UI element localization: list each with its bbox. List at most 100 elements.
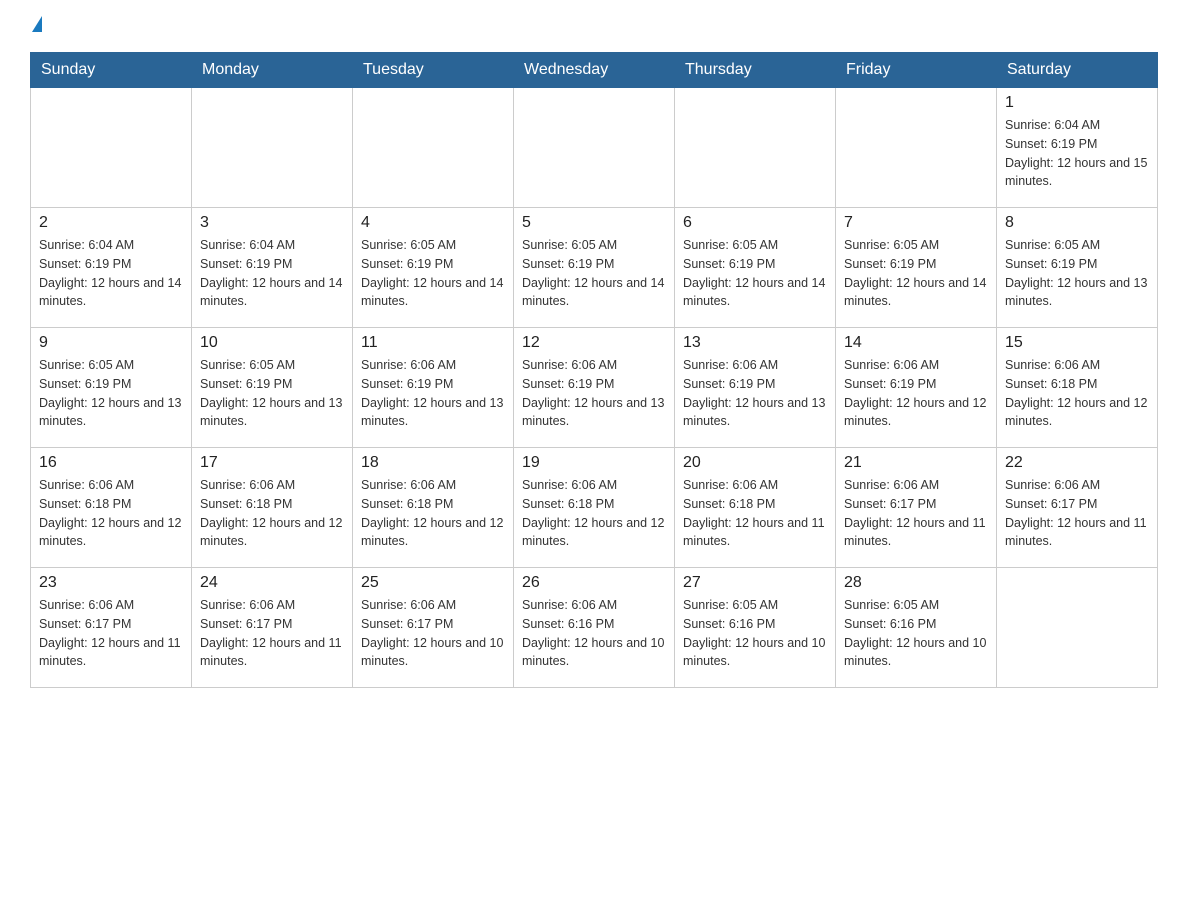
day-info: Sunrise: 6:06 AMSunset: 6:16 PMDaylight:… (522, 596, 666, 671)
calendar-cell (836, 88, 997, 208)
calendar-cell: 9 Sunrise: 6:05 AMSunset: 6:19 PMDaylight… (31, 328, 192, 448)
day-number: 19 (522, 454, 666, 472)
calendar-header-friday: Friday (836, 53, 997, 88)
calendar-cell: 23 Sunrise: 6:06 AMSunset: 6:17 PMDayligh… (31, 568, 192, 688)
day-info: Sunrise: 6:06 AMSunset: 6:18 PMDaylight:… (361, 476, 505, 551)
calendar-header-row: SundayMondayTuesdayWednesdayThursdayFrid… (31, 53, 1158, 88)
day-number: 23 (39, 574, 183, 592)
calendar-week-row: 9 Sunrise: 6:05 AMSunset: 6:19 PMDaylight… (31, 328, 1158, 448)
calendar-cell (997, 568, 1158, 688)
day-number: 13 (683, 334, 827, 352)
calendar-cell: 12 Sunrise: 6:06 AMSunset: 6:19 PMDayligh… (514, 328, 675, 448)
calendar-cell (675, 88, 836, 208)
calendar-cell: 8 Sunrise: 6:05 AMSunset: 6:19 PMDaylight… (997, 208, 1158, 328)
logo-triangle-icon (32, 16, 42, 32)
day-info: Sunrise: 6:06 AMSunset: 6:17 PMDaylight:… (361, 596, 505, 671)
day-info: Sunrise: 6:04 AMSunset: 6:19 PMDaylight:… (1005, 116, 1149, 191)
day-number: 4 (361, 214, 505, 232)
day-info: Sunrise: 6:05 AMSunset: 6:19 PMDaylight:… (683, 236, 827, 311)
calendar-cell: 19 Sunrise: 6:06 AMSunset: 6:18 PMDayligh… (514, 448, 675, 568)
calendar-cell: 13Sunrise: 6:06 AMSunset: 6:19 PMDayligh… (675, 328, 836, 448)
day-info: Sunrise: 6:04 AMSunset: 6:19 PMDaylight:… (200, 236, 344, 311)
day-number: 17 (200, 454, 344, 472)
day-number: 5 (522, 214, 666, 232)
day-number: 9 (39, 334, 183, 352)
calendar-cell: 26 Sunrise: 6:06 AMSunset: 6:16 PMDayligh… (514, 568, 675, 688)
calendar-cell: 27 Sunrise: 6:05 AMSunset: 6:16 PMDayligh… (675, 568, 836, 688)
calendar-cell (31, 88, 192, 208)
day-number: 10 (200, 334, 344, 352)
day-number: 22 (1005, 454, 1149, 472)
day-number: 6 (683, 214, 827, 232)
day-info: Sunrise: 6:06 AMSunset: 6:18 PMDaylight:… (200, 476, 344, 551)
day-info: Sunrise: 6:06 AMSunset: 6:18 PMDaylight:… (522, 476, 666, 551)
calendar-header-sunday: Sunday (31, 53, 192, 88)
day-number: 14 (844, 334, 988, 352)
day-number: 26 (522, 574, 666, 592)
day-number: 12 (522, 334, 666, 352)
day-info: Sunrise: 6:06 AMSunset: 6:17 PMDaylight:… (844, 476, 988, 551)
day-info: Sunrise: 6:06 AMSunset: 6:17 PMDaylight:… (1005, 476, 1149, 551)
day-number: 25 (361, 574, 505, 592)
day-number: 11 (361, 334, 505, 352)
calendar-cell: 28Sunrise: 6:05 AMSunset: 6:16 PMDayligh… (836, 568, 997, 688)
day-number: 7 (844, 214, 988, 232)
day-info: Sunrise: 6:04 AMSunset: 6:19 PMDaylight:… (39, 236, 183, 311)
calendar-week-row: 16 Sunrise: 6:06 AMSunset: 6:18 PMDayligh… (31, 448, 1158, 568)
day-info: Sunrise: 6:05 AMSunset: 6:19 PMDaylight:… (39, 356, 183, 431)
day-info: Sunrise: 6:06 AMSunset: 6:17 PMDaylight:… (39, 596, 183, 671)
calendar-cell: 20 Sunrise: 6:06 AMSunset: 6:18 PMDayligh… (675, 448, 836, 568)
calendar-cell: 18 Sunrise: 6:06 AMSunset: 6:18 PMDayligh… (353, 448, 514, 568)
calendar-cell: 24 Sunrise: 6:06 AMSunset: 6:17 PMDayligh… (192, 568, 353, 688)
calendar-cell (353, 88, 514, 208)
calendar-cell: 16 Sunrise: 6:06 AMSunset: 6:18 PMDayligh… (31, 448, 192, 568)
calendar-cell: 21Sunrise: 6:06 AMSunset: 6:17 PMDayligh… (836, 448, 997, 568)
day-info: Sunrise: 6:06 AMSunset: 6:19 PMDaylight:… (522, 356, 666, 431)
calendar-cell: 4 Sunrise: 6:05 AMSunset: 6:19 PMDaylight… (353, 208, 514, 328)
calendar-cell: 14 Sunrise: 6:06 AMSunset: 6:19 PMDayligh… (836, 328, 997, 448)
logo (30, 20, 42, 36)
calendar-cell: 10 Sunrise: 6:05 AMSunset: 6:19 PMDayligh… (192, 328, 353, 448)
calendar-cell (192, 88, 353, 208)
day-info: Sunrise: 6:05 AMSunset: 6:16 PMDaylight:… (683, 596, 827, 671)
day-number: 16 (39, 454, 183, 472)
calendar-header-saturday: Saturday (997, 53, 1158, 88)
day-number: 8 (1005, 214, 1149, 232)
day-number: 20 (683, 454, 827, 472)
day-info: Sunrise: 6:06 AMSunset: 6:18 PMDaylight:… (39, 476, 183, 551)
calendar-table: SundayMondayTuesdayWednesdayThursdayFrid… (30, 52, 1158, 688)
calendar-header-monday: Monday (192, 53, 353, 88)
day-info: Sunrise: 6:05 AMSunset: 6:19 PMDaylight:… (522, 236, 666, 311)
day-number: 3 (200, 214, 344, 232)
day-info: Sunrise: 6:05 AMSunset: 6:16 PMDaylight:… (844, 596, 988, 671)
day-info: Sunrise: 6:06 AMSunset: 6:18 PMDaylight:… (1005, 356, 1149, 431)
calendar-cell: 3 Sunrise: 6:04 AMSunset: 6:19 PMDaylight… (192, 208, 353, 328)
calendar-cell: 25 Sunrise: 6:06 AMSunset: 6:17 PMDayligh… (353, 568, 514, 688)
day-info: Sunrise: 6:06 AMSunset: 6:18 PMDaylight:… (683, 476, 827, 551)
calendar-header-tuesday: Tuesday (353, 53, 514, 88)
day-info: Sunrise: 6:05 AMSunset: 6:19 PMDaylight:… (844, 236, 988, 311)
day-info: Sunrise: 6:05 AMSunset: 6:19 PMDaylight:… (200, 356, 344, 431)
calendar-cell: 5 Sunrise: 6:05 AMSunset: 6:19 PMDaylight… (514, 208, 675, 328)
calendar-week-row: 2 Sunrise: 6:04 AMSunset: 6:19 PMDaylight… (31, 208, 1158, 328)
day-number: 18 (361, 454, 505, 472)
calendar-cell: 7 Sunrise: 6:05 AMSunset: 6:19 PMDaylight… (836, 208, 997, 328)
calendar-cell: 17 Sunrise: 6:06 AMSunset: 6:18 PMDayligh… (192, 448, 353, 568)
calendar-cell: 11Sunrise: 6:06 AMSunset: 6:19 PMDayligh… (353, 328, 514, 448)
calendar-cell: 6 Sunrise: 6:05 AMSunset: 6:19 PMDaylight… (675, 208, 836, 328)
calendar-header-thursday: Thursday (675, 53, 836, 88)
day-number: 15 (1005, 334, 1149, 352)
calendar-week-row: 23 Sunrise: 6:06 AMSunset: 6:17 PMDayligh… (31, 568, 1158, 688)
day-info: Sunrise: 6:05 AMSunset: 6:19 PMDaylight:… (361, 236, 505, 311)
day-info: Sunrise: 6:05 AMSunset: 6:19 PMDaylight:… (1005, 236, 1149, 311)
calendar-cell: 1 Sunrise: 6:04 AMSunset: 6:19 PMDaylight… (997, 88, 1158, 208)
day-number: 24 (200, 574, 344, 592)
calendar-header-wednesday: Wednesday (514, 53, 675, 88)
day-number: 1 (1005, 94, 1149, 112)
day-info: Sunrise: 6:06 AMSunset: 6:19 PMDaylight:… (844, 356, 988, 431)
day-number: 2 (39, 214, 183, 232)
calendar-week-row: 1 Sunrise: 6:04 AMSunset: 6:19 PMDaylight… (31, 88, 1158, 208)
day-number: 27 (683, 574, 827, 592)
calendar-cell: 2 Sunrise: 6:04 AMSunset: 6:19 PMDaylight… (31, 208, 192, 328)
day-info: Sunrise: 6:06 AMSunset: 6:17 PMDaylight:… (200, 596, 344, 671)
